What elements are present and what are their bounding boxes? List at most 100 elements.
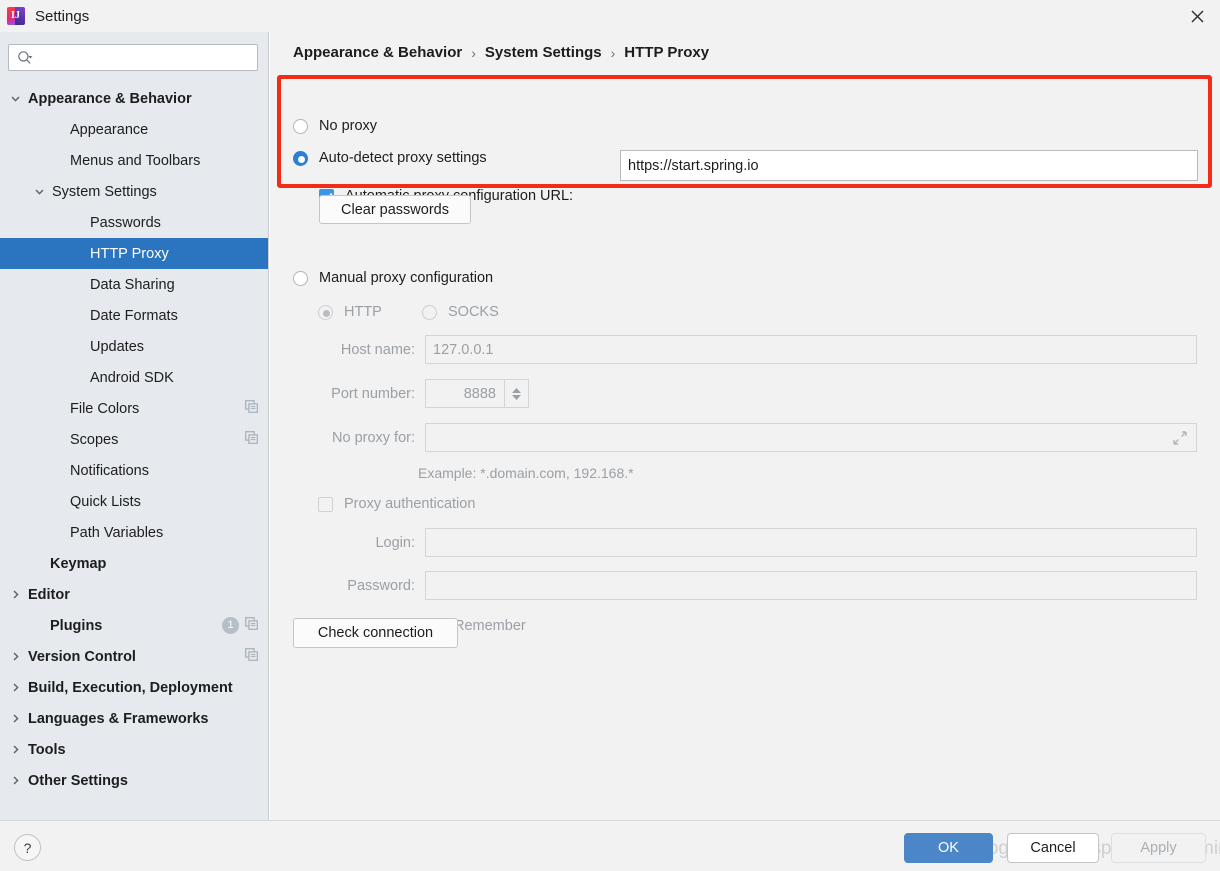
breadcrumb: Appearance & Behavior › System Settings › HT…	[293, 44, 709, 61]
sidebar-item-quick-lists[interactable]: Quick Lists	[0, 486, 268, 517]
sidebar-item-label: HTTP Proxy	[90, 245, 169, 262]
sidebar-item-notifications[interactable]: Notifications	[0, 455, 268, 486]
sidebar-item-label: Updates	[90, 338, 145, 355]
sidebar-item-label: System Settings	[52, 183, 157, 200]
settings-sidebar: Appearance & Behavior Appearance Menus and…	[0, 32, 269, 820]
sidebar-item-updates[interactable]: Updates	[0, 331, 268, 362]
sidebar-item-label: Quick Lists	[70, 493, 141, 510]
sidebar-item-data-sharing[interactable]: Data Sharing	[0, 269, 268, 300]
close-icon[interactable]	[1174, 0, 1220, 32]
sidebar-item-label: Editor	[28, 586, 70, 603]
copy-icon[interactable]	[245, 400, 258, 417]
copy-icon[interactable]	[245, 648, 258, 665]
sidebar-item-build-execution-deployment[interactable]: Build, Execution, Deployment	[0, 672, 268, 703]
search-input[interactable]	[33, 46, 257, 69]
sidebar-item-scopes[interactable]: Scopes	[0, 424, 268, 455]
check-connection-label: Check connection	[317, 625, 434, 641]
sidebar-item-label: Scopes	[70, 431, 119, 448]
breadcrumb-part[interactable]: Appearance & Behavior	[293, 44, 462, 61]
search-container	[0, 32, 268, 71]
option-socks[interactable]: SOCKS	[422, 304, 499, 320]
sidebar-item-file-colors[interactable]: File Colors	[0, 393, 268, 424]
sidebar-item-path-variables[interactable]: Path Variables	[0, 517, 268, 548]
copy-icon	[245, 648, 258, 661]
breadcrumb-part[interactable]: HTTP Proxy	[624, 44, 709, 61]
sidebar-item-http-proxy[interactable]: HTTP Proxy	[0, 238, 268, 269]
sidebar-item-plugins[interactable]: Plugins 1	[0, 610, 268, 641]
no-proxy-radio[interactable]	[293, 118, 308, 134]
clear-passwords-button[interactable]: Clear passwords	[319, 195, 471, 224]
cancel-button[interactable]: Cancel	[1007, 833, 1099, 863]
breadcrumb-part[interactable]: System Settings	[485, 44, 602, 61]
chevron-right-icon[interactable]	[8, 588, 22, 602]
chevron-right-icon[interactable]	[8, 743, 22, 757]
password-input[interactable]	[425, 571, 1197, 600]
sidebar-item-other-settings[interactable]: Other Settings	[0, 765, 268, 796]
sidebar-item-label: Appearance & Behavior	[28, 90, 192, 107]
sidebar-item-date-formats[interactable]: Date Formats	[0, 300, 268, 331]
remember-label: Remember	[454, 618, 526, 634]
sidebar-item-tools[interactable]: Tools	[0, 734, 268, 765]
pac-url-value: https://start.spring.io	[628, 157, 759, 174]
chevron-right-icon[interactable]	[8, 774, 22, 788]
sidebar-item-appearance[interactable]: Appearance	[0, 114, 268, 145]
option-manual-proxy[interactable]: Manual proxy configuration	[293, 270, 493, 286]
help-button[interactable]: ?	[14, 834, 41, 861]
manual-proxy-radio[interactable]	[293, 270, 308, 286]
settings-main-panel: Appearance & Behavior › System Settings › HT…	[270, 32, 1220, 820]
copy-icon	[245, 617, 258, 630]
sidebar-item-version-control[interactable]: Version Control	[0, 641, 268, 672]
option-no-proxy[interactable]: No proxy	[293, 118, 377, 134]
option-auto-detect-proxy[interactable]: Auto-detect proxy settings	[293, 150, 487, 166]
sidebar-item-passwords[interactable]: Passwords	[0, 207, 268, 238]
no-proxy-for-input[interactable]	[425, 423, 1197, 452]
option-http[interactable]: HTTP	[318, 304, 382, 320]
proxy-authentication-checkbox[interactable]	[318, 496, 333, 512]
chevron-down-icon[interactable]	[32, 185, 46, 199]
socks-radio[interactable]	[422, 304, 437, 320]
sidebar-item-system-settings[interactable]: System Settings	[0, 176, 268, 207]
copy-icon[interactable]	[245, 431, 258, 448]
sidebar-item-android-sdk[interactable]: Android SDK	[0, 362, 268, 393]
chevron-right-icon[interactable]	[8, 681, 22, 695]
sidebar-item-languages-frameworks[interactable]: Languages & Frameworks	[0, 703, 268, 734]
sidebar-item-keymap[interactable]: Keymap	[0, 548, 268, 579]
stepper-down-icon[interactable]	[511, 394, 522, 401]
copy-icon	[245, 400, 258, 413]
port-number-input[interactable]: 8888	[425, 379, 505, 408]
expand-icon[interactable]	[1170, 428, 1190, 448]
search-box[interactable]	[8, 44, 258, 71]
option-proxy-authentication[interactable]: Proxy authentication	[318, 496, 475, 512]
chevron-right-icon[interactable]	[8, 650, 22, 664]
port-number-label: Port number:	[331, 386, 415, 402]
chevron-right-icon[interactable]	[8, 712, 22, 726]
stepper-up-icon[interactable]	[511, 387, 522, 394]
sidebar-item-menus-and-toolbars[interactable]: Menus and Toolbars	[0, 145, 268, 176]
clear-passwords-label: Clear passwords	[341, 201, 449, 218]
sidebar-item-label: Notifications	[70, 462, 149, 479]
apply-button[interactable]: Apply	[1111, 833, 1206, 863]
sidebar-item-label: Languages & Frameworks	[28, 710, 209, 727]
http-radio[interactable]	[318, 304, 333, 320]
port-number-stepper[interactable]	[505, 379, 529, 408]
ok-label: OK	[938, 840, 959, 856]
check-connection-button[interactable]: Check connection	[293, 618, 458, 648]
sidebar-item-editor[interactable]: Editor	[0, 579, 268, 610]
ok-button[interactable]: OK	[904, 833, 993, 863]
host-name-value: 127.0.0.1	[433, 341, 494, 358]
chevron-down-icon[interactable]	[8, 92, 22, 106]
pac-url-input[interactable]: https://start.spring.io	[620, 150, 1198, 181]
sidebar-item-appearance-behavior[interactable]: Appearance & Behavior	[0, 83, 268, 114]
chevron-down-icon	[10, 96, 20, 102]
sidebar-item-label: File Colors	[70, 400, 140, 417]
copy-icon[interactable]	[245, 617, 258, 634]
password-label: Password:	[347, 578, 415, 594]
no-proxy-for-label: No proxy for:	[332, 430, 415, 446]
chevron-right-icon	[13, 683, 19, 692]
chevron-right-icon	[13, 652, 19, 661]
login-input[interactable]	[425, 528, 1197, 557]
auto-detect-proxy-radio[interactable]	[293, 150, 308, 166]
chevron-right-icon	[13, 745, 19, 754]
window-title: Settings	[35, 7, 90, 25]
host-name-input[interactable]: 127.0.0.1	[425, 335, 1197, 364]
